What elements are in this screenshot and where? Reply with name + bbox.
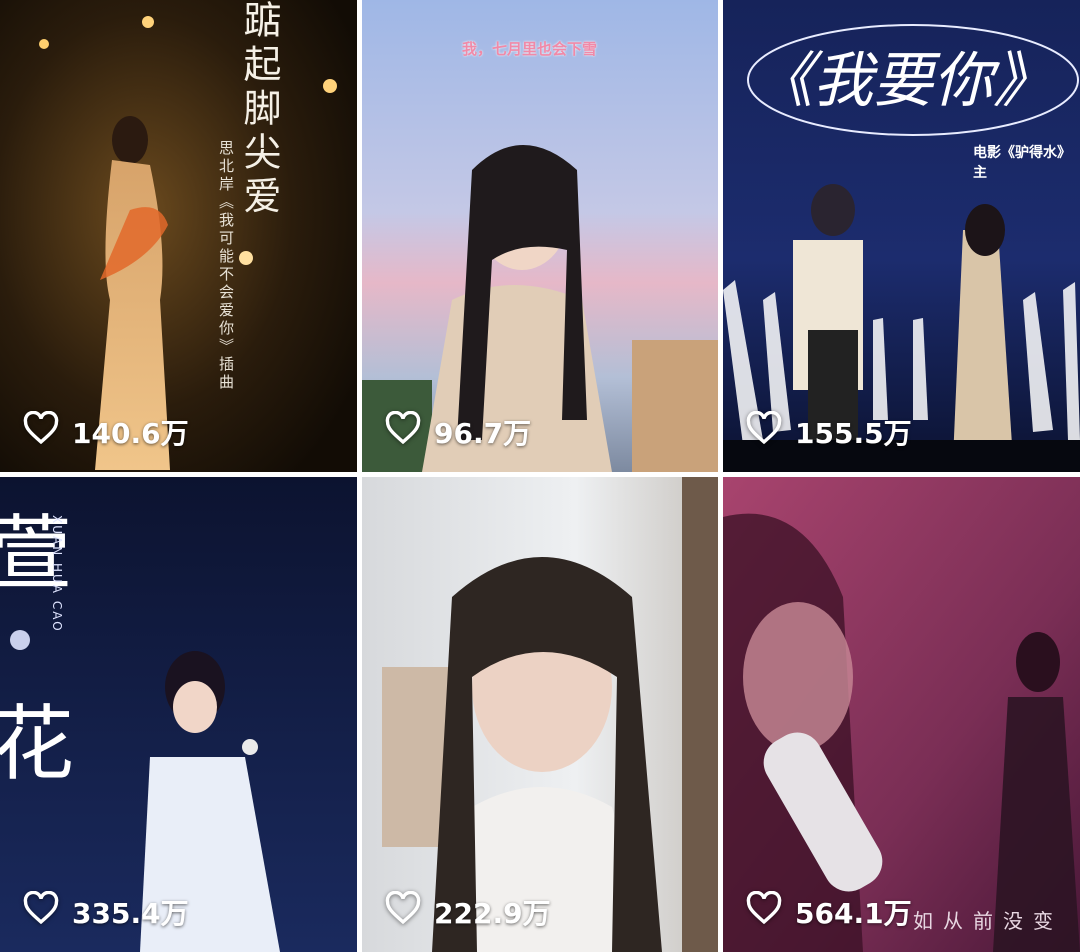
overlay-credit: 思北岸《我可能不会爱你》插曲 — [217, 140, 235, 392]
heart-outline-icon — [745, 410, 783, 452]
video-grid: 踮起脚尖爱 思北岸《我可能不会爱你》插曲 140.6万 我，七月里也会下雪 96… — [0, 0, 1080, 952]
like-count: 96.7万 — [384, 410, 532, 452]
overlay-subtitle: 电影《驴得水》主 — [973, 145, 1071, 181]
video-tile-2[interactable]: 我，七月里也会下雪 96.7万 — [362, 0, 718, 472]
heart-outline-icon — [384, 890, 422, 932]
like-count: 564.1万 — [745, 890, 912, 932]
overlay-subtitle: XUAN HUA CAO — [50, 515, 64, 633]
like-count: 335.4万 — [22, 890, 189, 932]
video-tile-5[interactable]: 222.9万 — [362, 477, 718, 952]
heart-outline-icon — [22, 410, 60, 452]
video-thumbnail-5 — [362, 477, 718, 952]
like-count-text: 335.4万 — [72, 896, 189, 930]
video-tile-3[interactable]: 《我要你》 电影《驴得水》主 155.5万 — [723, 0, 1080, 472]
video-thumbnail-1 — [0, 0, 357, 472]
like-count-text: 96.7万 — [434, 416, 532, 450]
like-count: 155.5万 — [745, 410, 912, 452]
video-tile-1[interactable]: 踮起脚尖爱 思北岸《我可能不会爱你》插曲 140.6万 — [0, 0, 357, 472]
heart-outline-icon — [745, 890, 783, 932]
heart-outline-icon — [22, 890, 60, 932]
video-thumbnail-2 — [362, 0, 718, 472]
overlay-caption: 如从前没变 — [913, 909, 1063, 933]
like-count: 140.6万 — [22, 410, 189, 452]
like-count-text: 222.9万 — [434, 896, 551, 930]
heart-outline-icon — [384, 410, 422, 452]
like-count: 222.9万 — [384, 890, 551, 932]
overlay-title: 《我要你》 — [753, 46, 1053, 116]
like-count-text: 155.5万 — [795, 416, 912, 450]
like-count-text: 140.6万 — [72, 416, 189, 450]
overlay-title: 我，七月里也会下雪 — [462, 40, 598, 58]
video-thumbnail-6 — [723, 477, 1080, 952]
video-tile-4[interactable]: 萱 XUAN HUA CAO 花 335.4万 — [0, 477, 357, 952]
video-tile-6[interactable]: 如从前没变 564.1万 — [723, 477, 1080, 952]
like-count-text: 564.1万 — [795, 896, 912, 930]
overlay-title: 踮起脚尖爱 — [237, 0, 281, 220]
overlay-title-bottom: 花 — [0, 697, 75, 792]
